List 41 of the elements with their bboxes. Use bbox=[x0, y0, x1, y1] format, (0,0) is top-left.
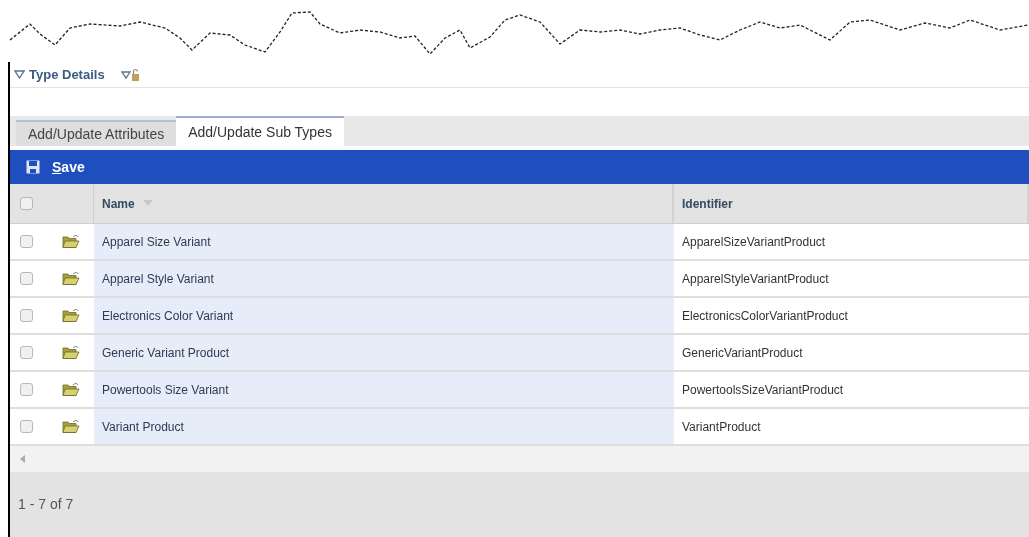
table-cell: Apparel Style Variant bbox=[94, 261, 674, 296]
folder-icon bbox=[62, 382, 80, 397]
table-cell: Powertools Size Variant bbox=[94, 372, 674, 407]
collapse-triangle-icon[interactable] bbox=[14, 70, 25, 79]
checkbox[interactable] bbox=[20, 420, 33, 433]
checkbox[interactable] bbox=[20, 309, 33, 322]
table-cell-text: ApparelSizeVariantProduct bbox=[681, 233, 827, 251]
table-cell-text: GenericVariantProduct bbox=[681, 344, 804, 362]
checkbox[interactable] bbox=[20, 383, 33, 396]
table-row[interactable]: Powertools Size Variant PowertoolsSizeVariantProduct bbox=[10, 372, 1029, 409]
table-cell: Apparel Size Variant bbox=[94, 224, 674, 259]
table-row[interactable]: Generic Variant Product GenericVariantProduct bbox=[10, 335, 1029, 372]
folder-icon bbox=[62, 271, 80, 286]
section-title: Type Details bbox=[29, 65, 105, 84]
checkbox[interactable] bbox=[20, 197, 33, 210]
table-row[interactable]: Apparel Size Variant ApparelSizeVariantProduct bbox=[10, 224, 1029, 261]
lock-menu-icon[interactable] bbox=[120, 67, 141, 82]
table-cell-text: VariantProduct bbox=[681, 418, 762, 436]
folder-icon bbox=[62, 234, 80, 249]
tab[interactable]: Add/Update Sub Types bbox=[176, 116, 344, 146]
tab[interactable]: Add/Update Attributes bbox=[16, 120, 177, 146]
table-row[interactable]: Electronics Color Variant ElectronicsColorVariantProduct bbox=[10, 298, 1029, 335]
folder-icon bbox=[62, 419, 80, 434]
save-button[interactable]: Save bbox=[26, 156, 85, 178]
scroll-left-arrow-icon[interactable] bbox=[20, 455, 25, 463]
table-cell-text: ElectronicsColorVariantProduct bbox=[681, 307, 849, 325]
pager-text: 1 - 7 of 7 bbox=[18, 495, 74, 514]
checkbox[interactable] bbox=[20, 272, 33, 285]
table-row[interactable]: Apparel Style Variant ApparelStyleVariantProduct bbox=[10, 261, 1029, 298]
folder-icon bbox=[62, 345, 80, 360]
horizontal-scrollbar[interactable] bbox=[10, 446, 1029, 472]
checkbox[interactable] bbox=[20, 346, 33, 359]
checkbox[interactable] bbox=[20, 235, 33, 248]
table-cell: Generic Variant Product bbox=[94, 335, 674, 370]
table-row[interactable]: Variant Product VariantProduct bbox=[10, 409, 1029, 446]
folder-icon bbox=[62, 308, 80, 323]
column-header[interactable]: Identifier bbox=[674, 184, 1029, 223]
table-cell-text: PowertoolsSizeVariantProduct bbox=[681, 381, 845, 399]
table-cell: Electronics Color Variant bbox=[94, 298, 674, 333]
table-cell: Variant Product bbox=[94, 409, 674, 444]
table-cell-text: ApparelStyleVariantProduct bbox=[681, 270, 830, 288]
